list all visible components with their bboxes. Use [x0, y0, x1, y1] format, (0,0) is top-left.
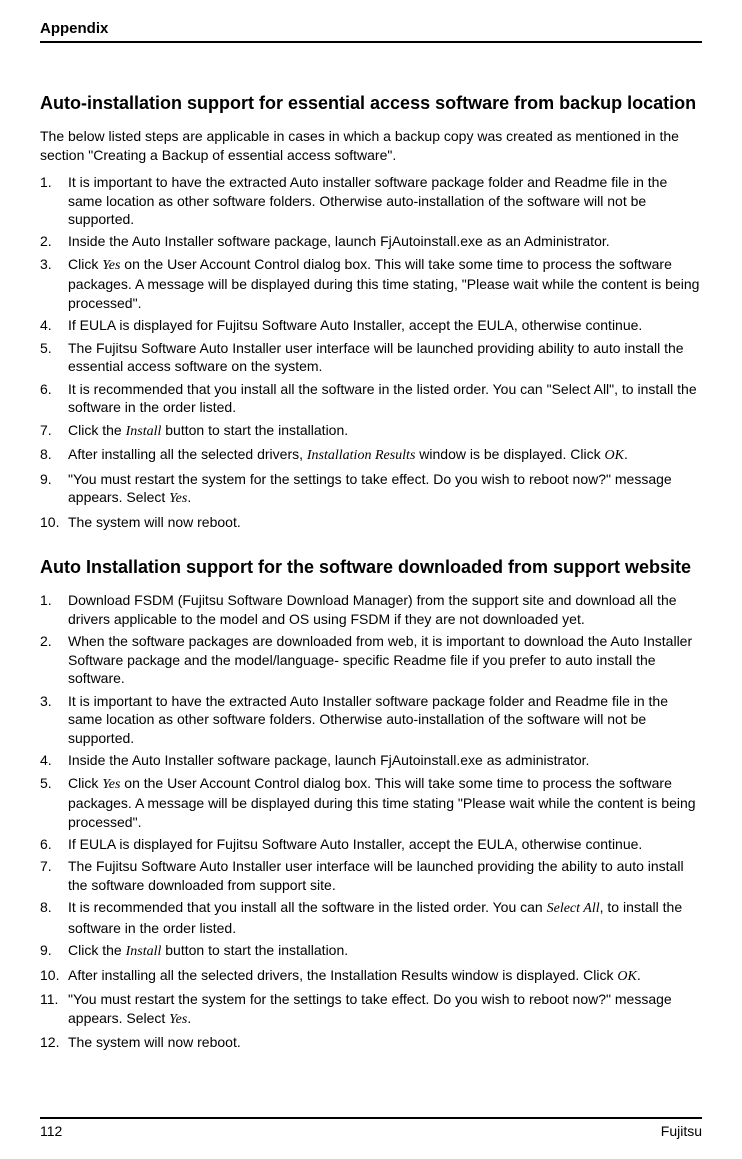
footer-rule	[40, 1117, 702, 1119]
italic-term: Install	[126, 424, 162, 439]
italic-term: Install	[126, 944, 162, 959]
footer: 112 Fujitsu	[40, 1117, 702, 1139]
header-rule	[40, 41, 702, 43]
section1-heading: Auto-installation support for essential …	[40, 91, 702, 115]
list-item: "You must restart the system for the set…	[40, 990, 702, 1029]
italic-term: Yes	[102, 258, 120, 273]
list-item: If EULA is displayed for Fujitsu Softwar…	[40, 316, 702, 334]
italic-term: Installation Results	[307, 448, 416, 463]
italic-term: Yes	[169, 491, 187, 506]
list-item: The Fujitsu Software Auto Installer user…	[40, 339, 702, 376]
header-title: Appendix	[40, 20, 702, 37]
list-item: The Fujitsu Software Auto Installer user…	[40, 857, 702, 894]
list-item: Download FSDM (Fujitsu Software Download…	[40, 591, 702, 628]
list-item: When the software packages are downloade…	[40, 632, 702, 687]
list-item: Inside the Auto Installer software packa…	[40, 751, 702, 769]
list-item: It is important to have the extracted Au…	[40, 173, 702, 228]
italic-term: OK	[604, 448, 623, 463]
list-item: If EULA is displayed for Fujitsu Softwar…	[40, 835, 702, 853]
italic-term: Yes	[102, 777, 120, 792]
list-item: Click the Install button to start the in…	[40, 941, 702, 961]
list-item: The system will now reboot.	[40, 1033, 702, 1051]
list-item: After installing all the selected driver…	[40, 445, 702, 465]
page-number: 112	[40, 1123, 62, 1139]
italic-term: OK	[617, 969, 636, 984]
italic-term: Select All	[547, 901, 600, 916]
italic-term: Yes	[169, 1012, 187, 1027]
footer-brand: Fujitsu	[661, 1123, 702, 1139]
list-item: Click the Install button to start the in…	[40, 421, 702, 441]
list-item: "You must restart the system for the set…	[40, 470, 702, 509]
section2-list: Download FSDM (Fujitsu Software Download…	[40, 591, 702, 1051]
section1-list: It is important to have the extracted Au…	[40, 173, 702, 531]
list-item: Inside the Auto Installer software packa…	[40, 232, 702, 250]
list-item: It is recommended that you install all t…	[40, 380, 702, 417]
list-item: It is important to have the extracted Au…	[40, 692, 702, 747]
list-item: Click Yes on the User Account Control di…	[40, 255, 702, 312]
section1-intro: The below listed steps are applicable in…	[40, 127, 702, 165]
list-item: After installing all the selected driver…	[40, 966, 702, 986]
list-item: Click Yes on the User Account Control di…	[40, 774, 702, 831]
section2-heading: Auto Installation support for the softwa…	[40, 555, 702, 579]
list-item: It is recommended that you install all t…	[40, 898, 702, 937]
list-item: The system will now reboot.	[40, 513, 702, 531]
